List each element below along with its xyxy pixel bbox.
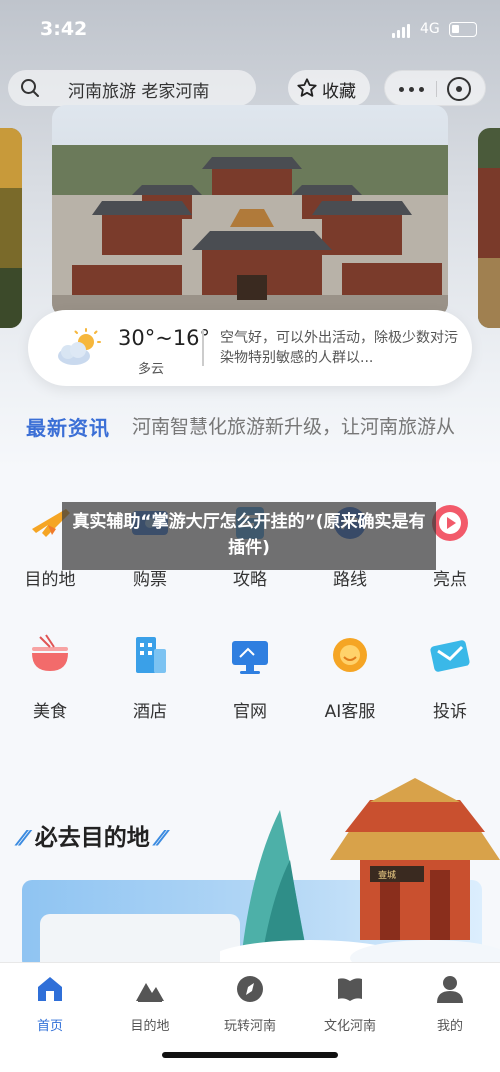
slash-decoration-left: ⁄⁄ [20,826,27,850]
air-quality-tip: 空气好，可以外出活动，除极少数对污染物特别敏感的人群以... [220,330,458,366]
watermark-overlay: 真实辅助“掌游大厅怎么开挂的”(原来确实是有插件) [62,502,436,570]
banner-image[interactable] [52,105,448,317]
carousel-next-card[interactable] [478,128,500,328]
home-indicator[interactable] [162,1052,338,1058]
weather-condition: 多云 [138,362,165,377]
nav-item-explore-henan[interactable]: 玩转河南 [200,973,300,1034]
grid-item-website[interactable]: 官网 [200,627,300,727]
website-icon [232,641,268,674]
nav-item-home[interactable]: 首页 [0,973,100,1034]
star-icon [297,78,317,97]
home-icon [38,977,62,1001]
news-headline[interactable]: 河南智慧化旅游新升级，让河南旅游从 [132,412,482,439]
search-icon [21,79,39,97]
capsule-divider [436,81,437,97]
compass-icon [237,976,263,1002]
favorite-label: 收藏 [322,82,356,102]
nav-label: 目的地 [130,1019,170,1034]
grid-item-complaint[interactable]: 投诉 [400,627,500,727]
complaint-icon [430,640,470,672]
weather-card[interactable]: 30°~16° 多云 空气好，可以外出活动，除极少数对污染物特别敏感的人群以..… [28,310,472,386]
more-icon[interactable] [399,87,425,92]
user-icon [437,976,463,1003]
search-bar[interactable]: 河南旅游 老家河南 [8,70,256,106]
grid-item-food[interactable]: 美食 [0,627,100,727]
nav-item-culture-henan[interactable]: 文化河南 [300,973,400,1034]
mountain-icon [136,983,164,1002]
search-text: 河南旅游 老家河南 [68,82,210,102]
hotel-icon [136,637,166,673]
favorite-button[interactable]: 收藏 [288,70,370,106]
status-bar: 3:42 4G [0,0,500,60]
slash-decoration-right: ⁄⁄ [157,826,165,850]
battery-icon [449,22,477,37]
nav-item-destination[interactable]: 目的地 [100,973,200,1034]
ai-service-icon [333,638,367,672]
grid-label: 酒店 [133,702,167,722]
news-section-title: 最新资讯 [26,416,110,440]
close-icon[interactable] [447,77,471,101]
grid-label: 投诉 [433,702,467,722]
network-type: 4G [420,21,440,37]
partly-cloudy-icon [58,328,101,365]
carousel-prev-card[interactable] [0,128,22,328]
miniapp-capsule [384,70,486,106]
must-go-title-text: 必去目的地 [34,825,150,851]
book-icon [338,978,362,1001]
status-time: 3:42 [40,18,88,40]
food-icon [32,634,68,671]
signal-icon [392,24,412,38]
grid-item-hotel[interactable]: 酒店 [100,627,200,727]
weather-divider [202,330,204,366]
grid-label: AI客服 [324,702,376,722]
must-go-section-title: ⁄⁄ 必去目的地 ⁄⁄ [20,818,164,852]
pagoda-illustration: 壹城 [220,778,500,970]
nav-label: 文化河南 [323,1019,376,1034]
grid-label: 美食 [33,702,67,722]
nav-label: 我的 [436,1019,463,1034]
nav-item-profile[interactable]: 我的 [400,973,500,1034]
nav-label: 首页 [36,1019,63,1034]
tower-sign: 壹城 [378,869,396,881]
grid-label: 官网 [233,702,267,722]
weather-temperature: 30°~16° [118,326,211,350]
nav-label: 玩转河南 [223,1019,276,1034]
grid-item-ai-service[interactable]: AI客服 [300,627,400,727]
